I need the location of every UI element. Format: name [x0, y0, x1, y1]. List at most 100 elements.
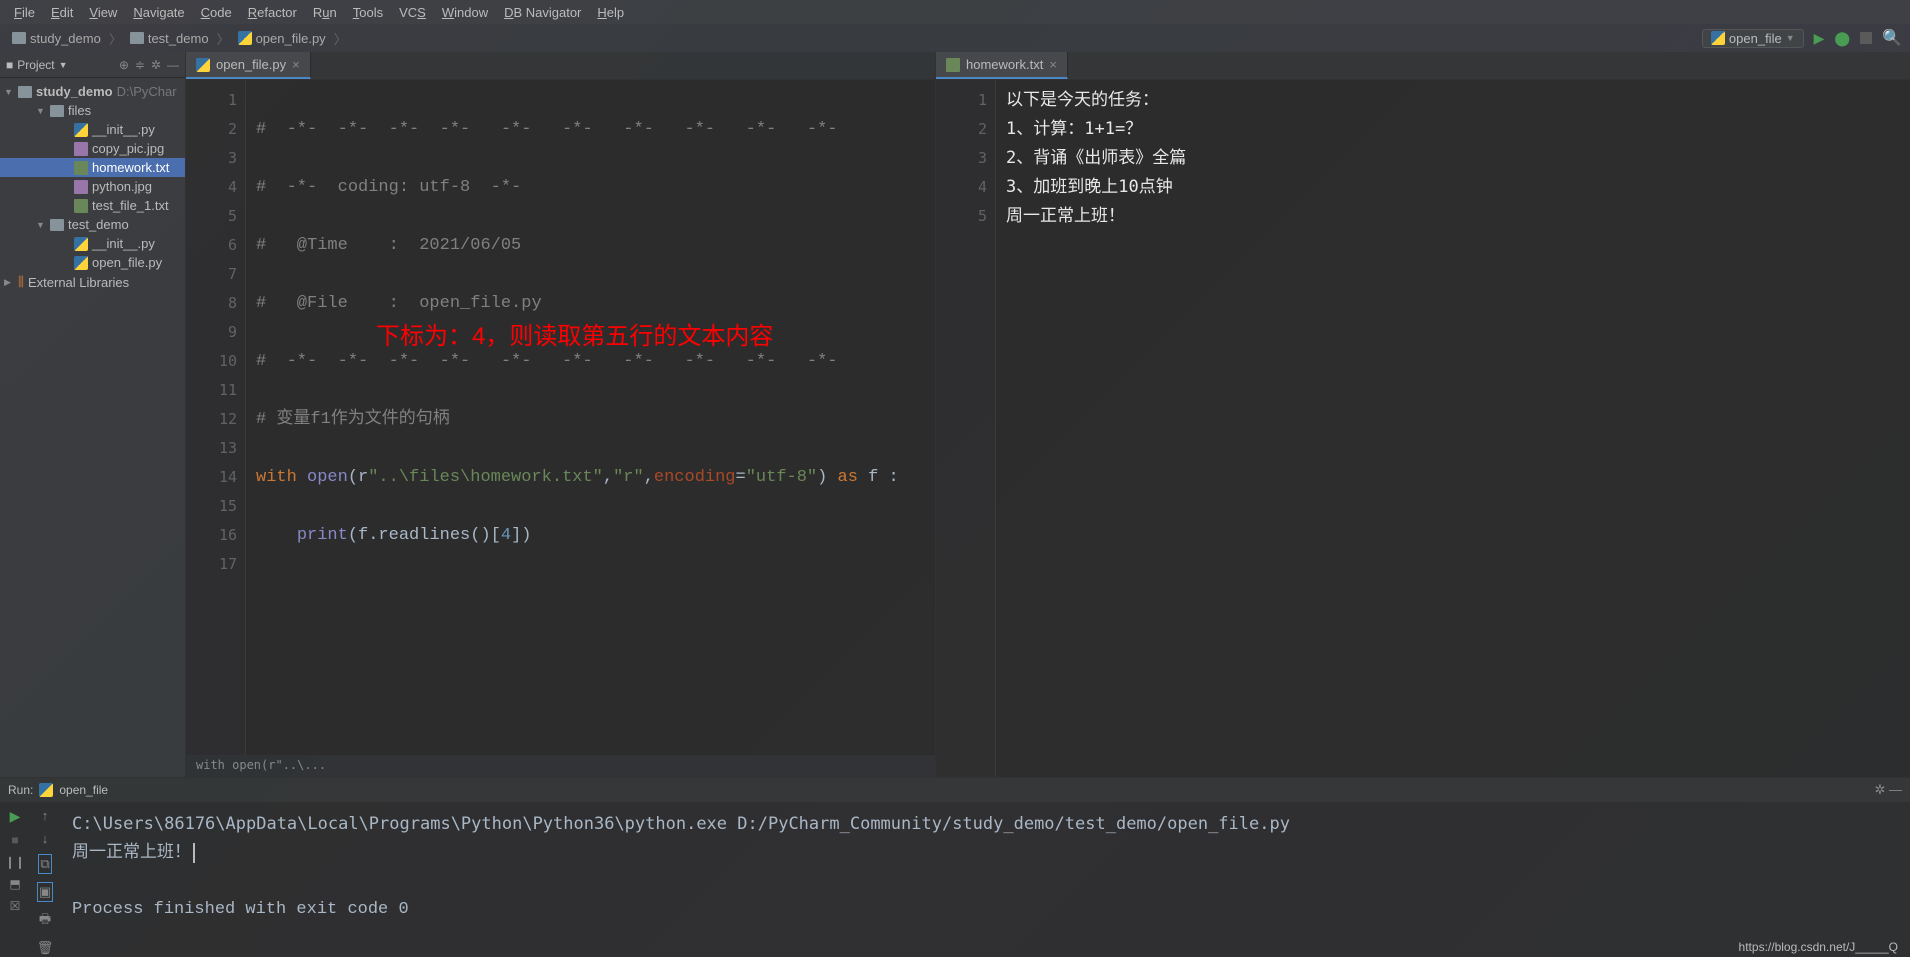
- soft-wrap-button[interactable]: ⧉: [38, 854, 51, 874]
- editor[interactable]: 1234567891011121314151617 # -*- -*- -*- …: [186, 80, 935, 755]
- tree-item[interactable]: copy_pic.jpg: [0, 139, 185, 158]
- gutter: 1234567891011121314151617: [186, 80, 246, 755]
- tree-item[interactable]: python.jpg: [0, 177, 185, 196]
- scroll-end-button[interactable]: ▣: [37, 882, 53, 902]
- expand-icon[interactable]: ≑: [135, 58, 145, 72]
- menu-tools[interactable]: Tools: [345, 3, 391, 22]
- menu-edit[interactable]: Edit: [43, 3, 81, 22]
- folder-icon: [130, 32, 144, 44]
- search-icon[interactable]: 🔍: [1882, 28, 1902, 48]
- menu-navigate[interactable]: Navigate: [125, 3, 192, 22]
- up-button[interactable]: ↑: [42, 808, 49, 823]
- stop-button[interactable]: [1860, 32, 1872, 44]
- breadcrumb-item[interactable]: test_demo: [126, 31, 213, 46]
- python-icon: [74, 237, 88, 251]
- editor-breadcrumb[interactable]: with open(r"..\...: [186, 755, 935, 777]
- menu-vcs[interactable]: VCS: [391, 3, 434, 22]
- menu-window[interactable]: Window: [434, 3, 496, 22]
- gear-icon[interactable]: ✲ —: [1874, 782, 1902, 797]
- breadcrumb-label: open_file.py: [256, 31, 326, 46]
- text-line: 3、加班到晚上10点钟: [1006, 173, 1900, 202]
- menu-help[interactable]: Help: [589, 3, 632, 22]
- tree-item[interactable]: test_file_1.txt: [0, 196, 185, 215]
- menu-run[interactable]: Run: [305, 3, 345, 22]
- python-icon: [74, 123, 88, 137]
- run-panel-title-prefix: Run:: [8, 783, 33, 797]
- line-number: 13: [186, 434, 237, 463]
- dump-button[interactable]: ☒: [10, 899, 21, 913]
- locate-icon[interactable]: ⊕: [119, 58, 129, 72]
- tree-item[interactable]: ▼files: [0, 101, 185, 120]
- close-icon[interactable]: ×: [1049, 57, 1057, 72]
- line-number: 1: [936, 86, 987, 115]
- tree-item[interactable]: ▼test_demo: [0, 215, 185, 234]
- debug-button[interactable]: ⬤: [1834, 30, 1850, 47]
- code-area[interactable]: 以下是今天的任务：1、计算：1+1=？2、背诵《出师表》全篇3、加班到晚上10点…: [996, 80, 1910, 777]
- text-line: 2、背诵《出师表》全篇: [1006, 144, 1900, 173]
- code-area[interactable]: # -*- -*- -*- -*- -*- -*- -*- -*- -*- -*…: [246, 80, 935, 755]
- tree-label: homework.txt: [92, 160, 169, 175]
- menu-refactor[interactable]: Refactor: [240, 3, 305, 22]
- stop-button[interactable]: ■: [11, 833, 18, 847]
- python-icon: [238, 31, 252, 45]
- console-line: C:\Users\86176\AppData\Local\Programs\Py…: [72, 810, 1898, 838]
- trash-button[interactable]: 🗑: [37, 940, 54, 956]
- tree-root[interactable]: ▼ study_demo D:\PyChar: [0, 82, 185, 101]
- run-button[interactable]: ▶: [1814, 30, 1825, 47]
- chevron-down-icon: ▼: [59, 60, 68, 70]
- line-number: 16: [186, 521, 237, 550]
- editor-tabs: homework.txt ×: [936, 52, 1910, 80]
- gutter: 12345: [936, 80, 996, 777]
- editor-tab[interactable]: homework.txt ×: [936, 52, 1068, 79]
- line-number: 1: [186, 86, 237, 115]
- editor-pane-left: open_file.py × 1234567891011121314151617…: [186, 52, 936, 777]
- editor-tab[interactable]: open_file.py ×: [186, 52, 311, 79]
- tab-label: homework.txt: [966, 57, 1043, 72]
- line-number: 5: [186, 202, 237, 231]
- run-toolbar-vertical: ▶ ■ ❙❙ ⬒ ☒: [0, 802, 30, 957]
- menu-code[interactable]: Code: [193, 3, 240, 22]
- rerun-button[interactable]: ▶: [10, 808, 21, 825]
- breadcrumb-item[interactable]: study_demo: [8, 31, 105, 46]
- tree-item[interactable]: open_file.py: [0, 253, 185, 272]
- chevron-right-icon: 〉: [217, 29, 230, 48]
- close-icon[interactable]: ×: [292, 57, 300, 72]
- line-number: 9: [186, 318, 237, 347]
- run-config-dropdown[interactable]: open_file ▼: [1702, 29, 1804, 48]
- image-icon: [74, 180, 88, 194]
- line-number: 4: [186, 173, 237, 202]
- tree-label: test_file_1.txt: [92, 198, 169, 213]
- hide-icon[interactable]: —: [167, 58, 179, 72]
- line-number: 8: [186, 289, 237, 318]
- breadcrumb-label: test_demo: [148, 31, 209, 46]
- menu-view[interactable]: View: [81, 3, 125, 22]
- menu-dbnavigator[interactable]: DB Navigator: [496, 3, 589, 22]
- folder-icon: [18, 86, 32, 98]
- console-output[interactable]: C:\Users\86176\AppData\Local\Programs\Py…: [60, 802, 1910, 957]
- editor[interactable]: 12345 以下是今天的任务：1、计算：1+1=？2、背诵《出师表》全篇3、加班…: [936, 80, 1910, 777]
- gear-icon[interactable]: ✲: [151, 58, 161, 72]
- tree-label: __init__.py: [92, 122, 155, 137]
- console-line: Process finished with exit code 0: [72, 896, 1898, 924]
- tree-external-libraries[interactable]: ▶ ⫼ External Libraries: [0, 272, 185, 292]
- line-number: 15: [186, 492, 237, 521]
- menu-file[interactable]: File: [6, 3, 43, 22]
- navigation-bar: study_demo 〉 test_demo 〉 open_file.py 〉 …: [0, 24, 1910, 52]
- pause-button[interactable]: ❙❙: [5, 855, 25, 869]
- chevron-down-icon: ▼: [36, 220, 46, 230]
- breadcrumb-item[interactable]: open_file.py: [234, 31, 330, 46]
- python-icon: [1711, 31, 1725, 45]
- line-number: 2: [186, 115, 237, 144]
- exit-button[interactable]: ⬒: [9, 877, 20, 891]
- editor-pane-right: homework.txt × 12345 以下是今天的任务：1、计算：1+1=？…: [936, 52, 1910, 777]
- project-tree[interactable]: ▼ study_demo D:\PyChar ▼files __init__.py…: [0, 78, 185, 296]
- print-button[interactable]: 🖶: [39, 910, 51, 932]
- tree-item[interactable]: homework.txt: [0, 158, 185, 177]
- line-number: 12: [186, 405, 237, 434]
- breadcrumb: study_demo 〉 test_demo 〉 open_file.py 〉: [8, 29, 347, 48]
- down-button[interactable]: ↓: [42, 831, 49, 846]
- tree-item[interactable]: __init__.py: [0, 234, 185, 253]
- watermark: https://blog.csdn.net/J_____Q: [1727, 937, 1910, 957]
- tree-item[interactable]: __init__.py: [0, 120, 185, 139]
- project-panel-title[interactable]: ■ Project ▼: [6, 58, 68, 72]
